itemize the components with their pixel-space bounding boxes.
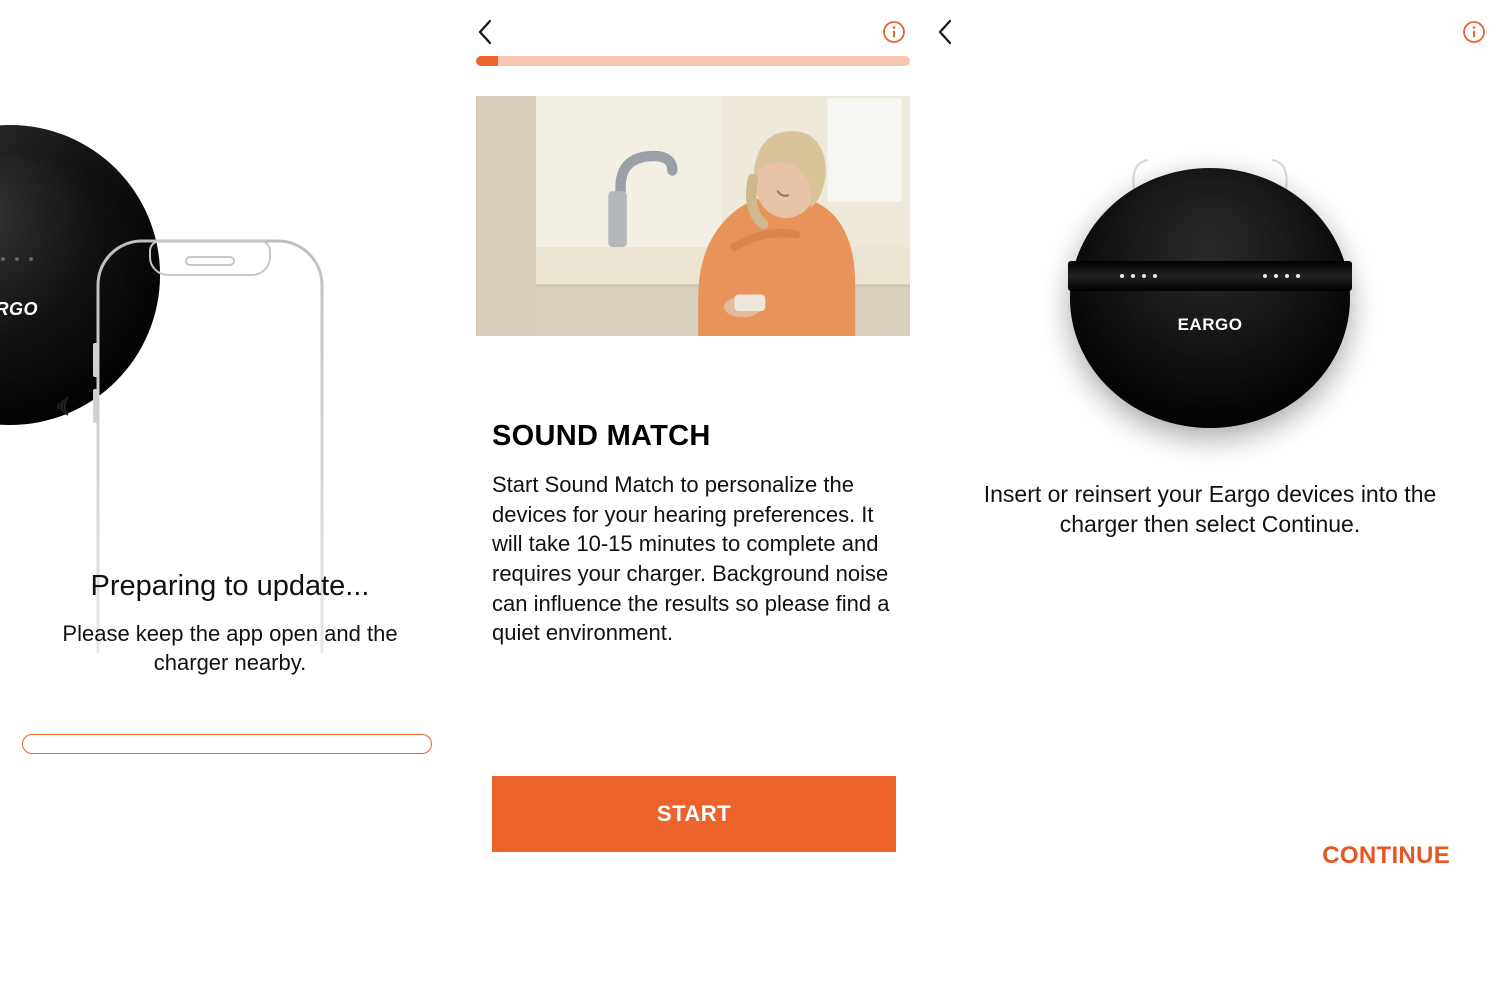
- continue-button-label: CONTINUE: [1322, 842, 1450, 869]
- sound-match-heading: SOUND MATCH: [492, 420, 896, 453]
- screen-insert-devices: EARGO Insert or reinsert your Eargo devi…: [920, 0, 1500, 986]
- update-body: Please keep the app open and the charger…: [60, 620, 400, 677]
- screen-update: ARGO Preparing to update... Please kee: [0, 0, 460, 986]
- led-dots-right: [1263, 274, 1300, 278]
- sound-match-body: Start Sound Match to personalize the dev…: [492, 470, 896, 648]
- led-dots-left: [1120, 274, 1157, 278]
- update-progress-bar: [22, 734, 432, 754]
- start-button[interactable]: START: [492, 776, 896, 852]
- update-title: Preparing to update...: [20, 570, 440, 603]
- sound-match-photo: [476, 96, 910, 336]
- header-bar: [934, 12, 1486, 52]
- back-icon[interactable]: [474, 18, 498, 46]
- device-brand-label: EARGO: [1178, 315, 1243, 335]
- start-button-label: START: [657, 801, 731, 827]
- continue-button[interactable]: CONTINUE: [1322, 842, 1450, 870]
- screen-sound-match: SOUND MATCH Start Sound Match to persona…: [460, 0, 920, 986]
- charger-lid-band: [1068, 261, 1352, 291]
- device-brand-label: ARGO: [0, 299, 38, 320]
- charger-illustration: EARGO: [920, 158, 1500, 428]
- led-dots: [0, 257, 33, 261]
- info-icon[interactable]: [1462, 20, 1486, 44]
- info-icon[interactable]: [882, 20, 906, 44]
- onboarding-progress-fill: [476, 56, 498, 66]
- signal-icon: [40, 385, 82, 427]
- back-icon[interactable]: [934, 18, 958, 46]
- charger-device: [1070, 168, 1350, 428]
- update-illustration: ARGO: [0, 125, 450, 425]
- onboarding-progress-bar: [476, 56, 910, 66]
- header-bar: [474, 12, 906, 52]
- insert-devices-body: Insert or reinsert your Eargo devices in…: [970, 480, 1450, 540]
